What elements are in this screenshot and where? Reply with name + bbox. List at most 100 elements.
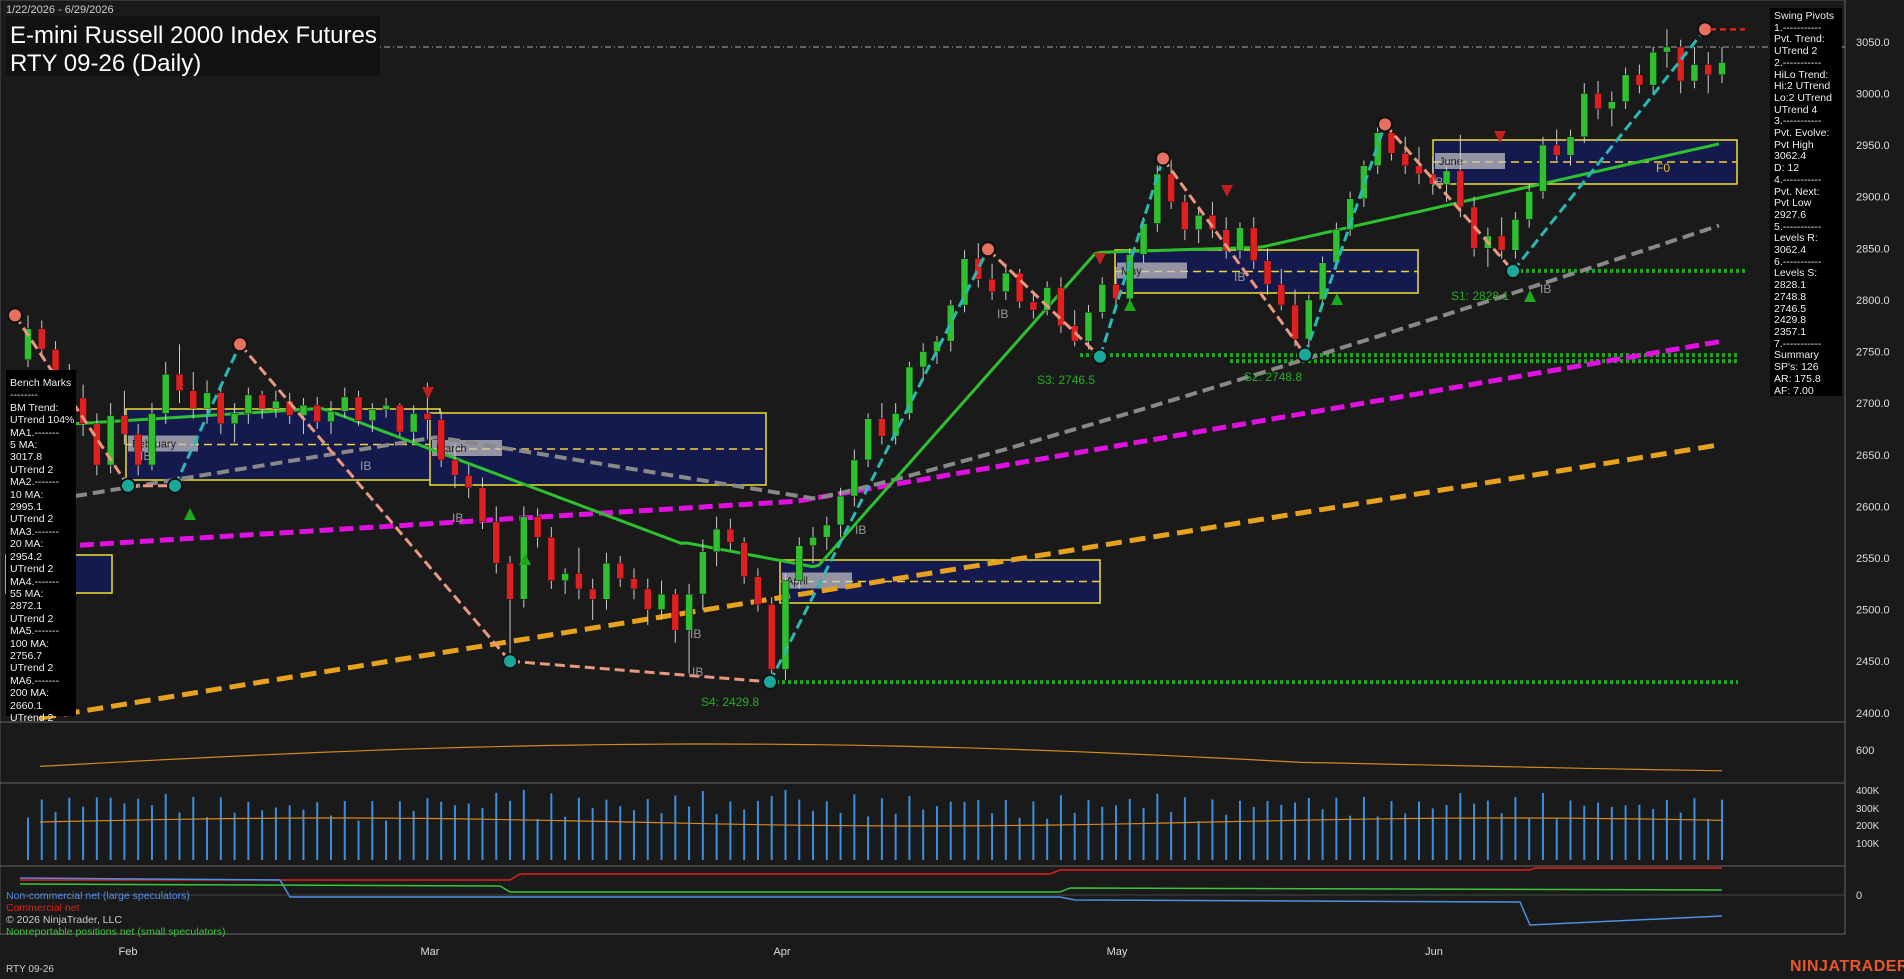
- ib-label: IB: [1540, 282, 1551, 296]
- cot-commercial-line: [20, 867, 1722, 881]
- candle-body: [1635, 74, 1644, 86]
- swing-line: 2748.8: [1774, 290, 1807, 303]
- pivot-marker: [1697, 21, 1713, 38]
- swing-line: 2.-----------: [1774, 56, 1822, 69]
- time-tick-label: Feb: [119, 946, 138, 958]
- ib-label: IB: [690, 627, 701, 641]
- candle-body: [1525, 191, 1533, 220]
- chart-subtitle: RTY 09-26 (Daily): [10, 50, 202, 77]
- swing-line: AF: 7.00: [1774, 384, 1814, 397]
- price-tick-label: 2700.0: [1856, 398, 1890, 410]
- candle-body: [1415, 165, 1423, 175]
- candle-body: [1236, 227, 1244, 251]
- pivot-marker: [1092, 348, 1108, 365]
- candle-body: [1690, 64, 1699, 82]
- atr-line: [39, 743, 1723, 772]
- candle-body: [1649, 51, 1657, 86]
- sell-triangle: [1094, 253, 1106, 265]
- candle-body: [946, 304, 955, 342]
- bench-line: 2660.1: [10, 699, 43, 712]
- candle-body: [988, 279, 996, 292]
- candle-body: [561, 573, 569, 581]
- candle-body: [699, 551, 707, 595]
- swing-line: [509, 659, 771, 684]
- candle-body: [382, 404, 390, 410]
- bench-line: MA2.-------: [10, 476, 59, 489]
- brand-logo: NINJATRADER: [1790, 958, 1904, 975]
- candle-body: [464, 475, 473, 489]
- ib-label: IB: [360, 459, 371, 473]
- candle-body: [1539, 144, 1547, 192]
- support-label: S2: 2748.8: [1244, 370, 1302, 384]
- candle-body: [919, 351, 927, 368]
- candle-body: [878, 418, 886, 437]
- candle-body: [588, 588, 597, 600]
- bench-line: UTrend 2: [10, 513, 54, 526]
- value-area-label: June: [1439, 156, 1463, 168]
- candle-body: [38, 328, 46, 350]
- f0-label: F0: [1656, 161, 1670, 175]
- candle-body: [781, 580, 790, 670]
- swing-line: [768, 248, 990, 683]
- candle-body: [492, 521, 501, 564]
- buy-triangle: [184, 508, 196, 520]
- atr-tick-label: 600: [1856, 745, 1874, 757]
- candle-body: [258, 394, 266, 409]
- volume-panel: [27, 790, 1723, 860]
- pivot-marker: [1155, 150, 1171, 167]
- candle-body: [409, 413, 418, 433]
- candle-body: [616, 562, 624, 579]
- buy-triangle: [1124, 299, 1136, 311]
- chart-title: E-mini Russell 2000 Index Futures: [10, 22, 377, 49]
- candle-body: [506, 562, 514, 600]
- date-range: 1/22/2026 - 6/29/2026: [6, 4, 114, 16]
- buy-triangle: [1524, 290, 1536, 302]
- candle-body: [217, 392, 225, 425]
- candle-body: [1002, 272, 1010, 292]
- candle-body: [767, 604, 776, 670]
- swing-line: Swing Pivots: [1774, 10, 1835, 22]
- ib-label: IB: [692, 665, 703, 679]
- price-tick-label: 2600.0: [1856, 501, 1890, 513]
- bench-line: Bench Marks: [10, 377, 72, 389]
- volume-tick-label: 100K: [1856, 839, 1880, 850]
- price-tick-label: 2950.0: [1856, 140, 1890, 152]
- candle-body: [368, 409, 377, 421]
- candle-body: [1194, 214, 1203, 230]
- atr-panel: [39, 743, 1723, 772]
- candle-body: [657, 593, 666, 610]
- swing-pivots-panel: Swing Pivots 1.----------- Pvt. Trend: UTre…: [1770, 8, 1842, 396]
- cot-legend-item: Nonreportable positions net (small specu…: [6, 926, 226, 938]
- swing-line: 4.-----------: [1774, 173, 1822, 186]
- candle-body: [864, 418, 872, 461]
- candle-body: [644, 588, 652, 610]
- candle-body: [1401, 153, 1409, 166]
- price-tick-label: 2750.0: [1856, 347, 1890, 359]
- candle-body: [1277, 284, 1286, 306]
- pivot-marker: [762, 673, 778, 690]
- price-chart[interactable]: FebruaryMarchAprilMayJune IBIBIBIBIBIBIB…: [0, 0, 1904, 979]
- price-tick-label: 2450.0: [1856, 656, 1890, 668]
- candle-body: [1497, 235, 1506, 251]
- candle-body: [1718, 62, 1726, 76]
- candle-body: [478, 487, 487, 523]
- candle-body: [1511, 219, 1520, 251]
- support-levels: [770, 268, 1745, 685]
- cot-panel: [19, 867, 1845, 926]
- copyright: © 2026 NinjaTrader, LLC: [6, 914, 122, 926]
- bench-line: 100 MA:: [10, 637, 50, 650]
- candle-body: [1167, 173, 1175, 203]
- pivot-marker: [1297, 346, 1313, 363]
- cot-legend: Non-commercial net (large speculators) Co…: [6, 890, 225, 938]
- bench-line: MA1.-------: [10, 426, 59, 439]
- candle-body: [327, 411, 335, 422]
- bench-line: 2954.2: [10, 550, 43, 563]
- price-tick-label: 2650.0: [1856, 450, 1890, 462]
- bench-marks-panel: Bench Marks -------- BM Trend: UTrend 104% M…: [6, 370, 76, 724]
- bench-line: UTrend 2: [10, 563, 54, 576]
- candle-body: [1704, 64, 1712, 76]
- candle-body: [341, 396, 349, 412]
- bench-line: MA6.-------: [10, 674, 59, 687]
- candle-body: [203, 392, 211, 409]
- buy-triangle: [1331, 293, 1343, 305]
